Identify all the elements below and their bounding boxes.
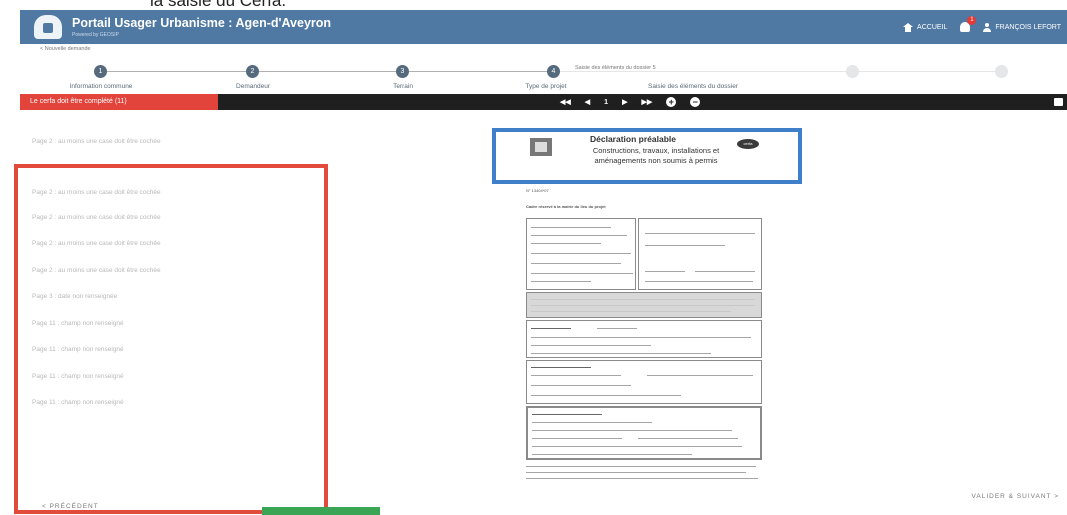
pdf-controls: ◀◀ ◀ 1 ▶ ▶▶ + − — [560, 94, 701, 110]
form-line — [532, 446, 742, 447]
document-section-title: Cadre réservé à la mairie du lieu du pro… — [526, 204, 606, 209]
form-line — [695, 271, 755, 272]
step-4-dot[interactable]: 4 — [547, 65, 560, 78]
footnote-line — [526, 466, 756, 467]
form-line — [531, 385, 631, 386]
form-line — [531, 395, 681, 396]
form-section — [526, 218, 636, 290]
form-line — [638, 438, 738, 439]
next-page-button[interactable]: ▶ — [622, 98, 627, 106]
form-line — [531, 235, 627, 236]
zoom-in-button[interactable]: + — [666, 97, 677, 107]
form-line — [597, 328, 637, 329]
error-list-highlight — [14, 164, 328, 514]
form-line — [531, 367, 591, 368]
user-icon — [983, 22, 992, 32]
user-menu[interactable]: FRANÇOIS LEFORT — [983, 22, 1061, 32]
step-5-label: Saisie des éléments du dossier — [648, 83, 738, 90]
form-line — [531, 263, 621, 264]
step-overlay-text: Saisie des éléments du dossier 5 — [575, 65, 656, 71]
wizard-stepper: 1 Information commune 2 Demandeur 3 Terr… — [0, 56, 1067, 94]
form-line — [531, 353, 711, 354]
stepper-line — [107, 71, 552, 72]
form-section — [526, 320, 762, 358]
form-line — [531, 281, 591, 282]
home-link[interactable]: ACCUEIL — [903, 22, 948, 32]
form-line — [531, 243, 601, 244]
form-line — [532, 454, 692, 455]
form-line — [531, 253, 631, 254]
document-header-highlight — [492, 128, 802, 184]
step-7-dot — [995, 65, 1008, 78]
form-line — [531, 328, 571, 329]
form-line — [645, 271, 685, 272]
form-section — [638, 218, 762, 290]
form-section — [526, 360, 762, 404]
form-line — [647, 375, 753, 376]
footnote-line — [526, 472, 746, 473]
powered-by: Powered by GEOSIP — [72, 32, 119, 38]
footnote-line — [526, 478, 758, 479]
form-line — [531, 227, 611, 228]
step-3-dot[interactable]: 3 — [396, 65, 409, 78]
previous-button[interactable]: < PRÉCÉDENT — [42, 503, 99, 510]
user-name: FRANÇOIS LEFORT — [995, 23, 1061, 31]
form-line — [531, 337, 751, 338]
notification-badge: 1 — [967, 16, 977, 25]
step-2-dot[interactable]: 2 — [246, 65, 259, 78]
form-section — [526, 406, 762, 460]
portal-page: la saisie du Cerfa. Portail Usager Urban… — [0, 0, 1067, 515]
form-line — [532, 430, 732, 431]
prev-page-button[interactable]: ◀ — [585, 98, 590, 106]
app-header: Portail Usager Urbanisme : Agen-d'Aveyro… — [20, 10, 1067, 44]
form-line — [531, 375, 621, 376]
home-label: ACCUEIL — [917, 23, 948, 31]
form-line — [531, 273, 633, 274]
pdf-toolbar: Le cerfa doit être complété (11) ◀◀ ◀ 1 … — [20, 94, 1067, 110]
app-title: Portail Usager Urbanisme : Agen-d'Aveyro… — [72, 16, 332, 30]
last-page-button[interactable]: ▶▶ — [641, 98, 652, 106]
form-line — [531, 311, 731, 312]
page-number[interactable]: 1 — [604, 99, 608, 106]
step-1-label: Information commune — [69, 83, 133, 90]
validate-next-button[interactable]: VALIDER & SUIVANT > — [972, 493, 1059, 500]
form-line — [645, 281, 753, 282]
first-page-button[interactable]: ◀◀ — [560, 98, 571, 106]
step-6-dot — [846, 65, 859, 78]
step-1-dot[interactable]: 1 — [94, 65, 107, 78]
step-3-label: Terrain — [393, 83, 413, 90]
error-item-top[interactable]: Page 2 : au moins une case doit être coc… — [32, 138, 161, 145]
form-line — [532, 414, 602, 415]
notifications-button[interactable]: 1 — [957, 16, 977, 35]
stepper-line-future — [560, 71, 1000, 72]
form-line — [531, 305, 755, 306]
breadcrumb[interactable]: < Nouvelle demande — [40, 46, 91, 52]
form-instructions — [526, 292, 762, 318]
form-line — [532, 422, 652, 423]
error-banner[interactable]: Le cerfa doit être complété (11) — [20, 94, 218, 110]
form-line — [645, 233, 755, 234]
zoom-out-button[interactable]: − — [690, 97, 701, 107]
form-line — [532, 438, 622, 439]
step-4-label: Type de projet — [525, 83, 567, 90]
form-line — [531, 345, 651, 346]
step-2-label: Demandeur — [236, 83, 270, 90]
document-reference: N° 13404*07 — [526, 188, 549, 193]
print-icon[interactable] — [1054, 98, 1063, 106]
form-line — [645, 245, 725, 246]
header-actions: ACCUEIL 1 FRANÇOIS LEFORT — [903, 10, 1067, 44]
cloud-logo-icon — [34, 15, 62, 39]
form-line — [531, 299, 755, 300]
green-action-button[interactable] — [262, 507, 380, 515]
home-icon — [903, 22, 914, 32]
